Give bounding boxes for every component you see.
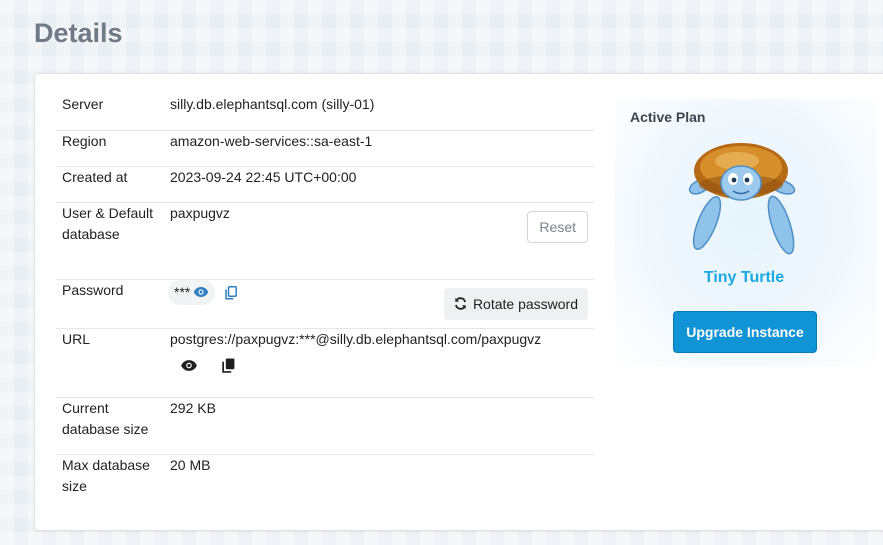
table-row: User & Default database paxpugvz Reset bbox=[56, 202, 594, 280]
copy-icon[interactable] bbox=[222, 358, 235, 373]
url-value: postgres://paxpugvz:***@silly.db.elephan… bbox=[170, 330, 542, 347]
eye-icon[interactable] bbox=[193, 286, 209, 298]
table-row: Password *** Rotate password bbox=[56, 279, 594, 329]
eye-icon[interactable] bbox=[180, 358, 198, 373]
table-row: URL postgres://paxpugvz:***@silly.db.ele… bbox=[56, 328, 594, 398]
created-at-label: Created at bbox=[56, 166, 170, 203]
plan-name: Tiny Turtle bbox=[703, 269, 785, 286]
rotate-password-label: Rotate password bbox=[472, 295, 578, 312]
details-card: Server silly.db.elephantsql.com (silly-0… bbox=[34, 73, 883, 531]
server-label: Server bbox=[56, 94, 170, 131]
refresh-icon bbox=[454, 297, 467, 310]
current-size-label: Current database size bbox=[56, 397, 170, 455]
rotate-password-button[interactable]: Rotate password bbox=[443, 287, 588, 320]
password-cell: *** Rotate password bbox=[168, 279, 594, 329]
created-at-value: 2023-09-24 22:45 UTC+00:00 bbox=[170, 166, 594, 203]
password-value: *** bbox=[174, 283, 191, 300]
max-size-value: 20 MB bbox=[170, 456, 211, 473]
user-value: paxpugvz bbox=[170, 204, 230, 221]
user-cell: paxpugvz Reset bbox=[170, 202, 594, 280]
turtle-icon bbox=[685, 141, 805, 266]
table-row: Server silly.db.elephantsql.com (silly-0… bbox=[56, 94, 594, 131]
server-value: silly.db.elephantsql.com (silly-01) bbox=[170, 94, 594, 131]
active-plan-panel: Active Plan Tiny Turtle Upgrade Instance bbox=[615, 99, 877, 367]
region-label: Region bbox=[56, 130, 170, 167]
current-size-value: 292 KB bbox=[170, 397, 594, 455]
url-cell: postgres://paxpugvz:***@silly.db.elephan… bbox=[170, 328, 594, 398]
region-value: amazon-web-services::sa-east-1 bbox=[170, 130, 594, 167]
active-plan-label: Active Plan bbox=[630, 109, 706, 125]
max-size-label: Max database size bbox=[62, 456, 150, 494]
url-actions bbox=[170, 358, 594, 373]
reset-button[interactable]: Reset bbox=[527, 210, 588, 243]
table-row: Max database size 20 MB bbox=[56, 454, 594, 510]
details-table: Server silly.db.elephantsql.com (silly-0… bbox=[56, 94, 594, 510]
table-row: Region amazon-web-services::sa-east-1 bbox=[56, 130, 594, 167]
password-label: Password bbox=[56, 279, 170, 329]
url-label: URL bbox=[56, 328, 170, 398]
table-row: Current database size 292 KB bbox=[56, 397, 594, 455]
password-field: *** bbox=[168, 279, 216, 305]
user-label: User & Default database bbox=[56, 202, 170, 280]
upgrade-instance-button[interactable]: Upgrade Instance bbox=[673, 311, 817, 353]
table-row: Created at 2023-09-24 22:45 UTC+00:00 bbox=[56, 166, 594, 203]
copy-icon[interactable] bbox=[225, 285, 238, 300]
page-title: Details bbox=[34, 18, 123, 48]
